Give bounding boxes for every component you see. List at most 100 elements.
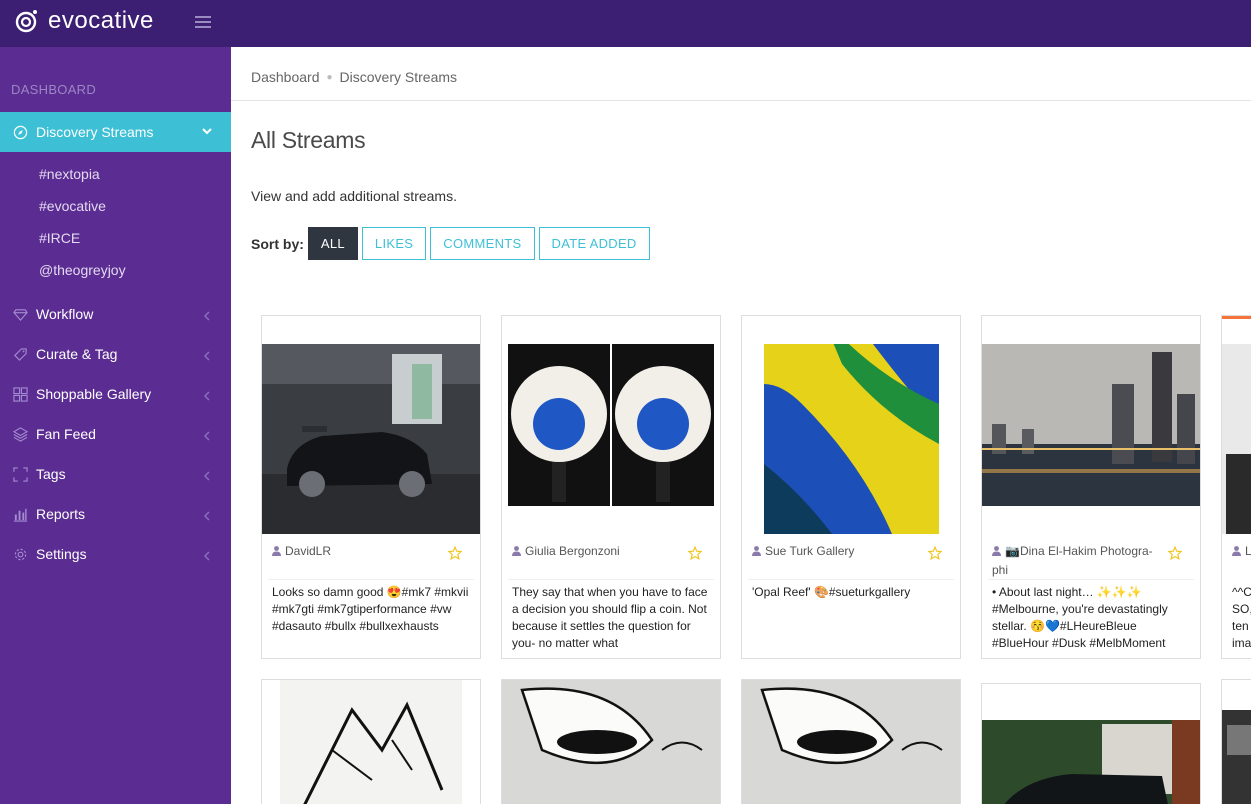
sidebar-item-fan-feed[interactable]: Fan Feed <box>0 414 231 454</box>
breadcrumb-current: Discovery Streams <box>339 69 458 85</box>
post-image[interactable] <box>1222 344 1251 534</box>
post-caption: Looks so damn good 😍#mk7 #mkvii #mk7gti … <box>272 585 469 633</box>
top-bar: evocative <box>0 0 1251 47</box>
sidebar-item-label: Curate & Tag <box>36 346 118 362</box>
user-icon <box>272 543 281 556</box>
stream-card[interactable] <box>741 679 961 804</box>
page-description: View and add additional streams. <box>251 188 457 204</box>
star-icon[interactable] <box>687 545 703 565</box>
sidebar-item-label: Settings <box>36 546 87 562</box>
sort-all-button[interactable]: ALL <box>307 227 358 260</box>
chevron-left-icon <box>203 388 211 404</box>
logo-icon <box>15 9 39 33</box>
post-image[interactable] <box>1222 680 1251 804</box>
card-divider <box>268 579 474 580</box>
star-icon[interactable] <box>927 545 943 565</box>
star-icon[interactable] <box>1167 545 1183 565</box>
sort-controls: Sort by: ALL LIKES COMMENTS DATE ADDED <box>251 227 654 260</box>
compass-icon <box>13 125 28 140</box>
post-caption: They say that when you have to face a de… <box>512 585 708 650</box>
post-author[interactable]: L <box>1232 542 1251 561</box>
post-author-name: L <box>1245 544 1251 558</box>
stream-card[interactable] <box>1221 679 1251 804</box>
sidebar-item-shoppable-gallery[interactable]: Shoppable Gallery <box>0 374 231 414</box>
stream-card[interactable] <box>501 679 721 804</box>
bar-chart-icon <box>13 507 28 522</box>
post-image[interactable] <box>982 684 1200 804</box>
sidebar-item-curate-tag[interactable]: Curate & Tag <box>0 334 231 374</box>
post-author-name: 📷Dina El-Hakim Photogra-phi <box>992 544 1153 577</box>
main-content: Dashboard ● Discovery Streams All Stream… <box>231 47 1251 804</box>
post-author[interactable]: DavidLR <box>272 542 442 561</box>
sidebar-item-label: Reports <box>36 506 86 522</box>
app-logo[interactable]: evocative <box>15 7 154 35</box>
user-icon <box>992 543 1001 556</box>
star-icon[interactable] <box>447 545 463 565</box>
corners-icon <box>13 466 28 482</box>
post-caption: ^^C SO, ten ima <box>1232 585 1251 650</box>
post-author[interactable]: 📷Dina El-Hakim Photogra-phi <box>992 542 1162 580</box>
gear-icon <box>13 547 28 562</box>
sort-label: Sort by: <box>251 235 304 252</box>
chevron-down-icon <box>201 124 213 140</box>
sub-item-irce[interactable]: #IRCE <box>39 230 80 246</box>
sub-item-theogreyjoy[interactable]: @theogreyjoy <box>39 262 126 278</box>
post-caption: • About last night… ✨✨✨ #Melbourne, you'… <box>992 585 1168 650</box>
sub-item-evocative[interactable]: #evocative <box>39 198 106 214</box>
sidebar-item-label: Discovery Streams <box>36 124 154 140</box>
stream-card[interactable]: L ^^C SO, ten ima <box>1221 315 1251 659</box>
chevron-left-icon <box>203 468 211 484</box>
post-author[interactable]: Sue Turk Gallery <box>752 542 922 561</box>
stream-card[interactable] <box>261 679 481 804</box>
page-title: All Streams <box>251 127 366 153</box>
stream-card[interactable]: DavidLR Looks so damn good 😍#mk7 #mkvii … <box>261 315 481 659</box>
post-image[interactable] <box>262 680 480 804</box>
post-image[interactable] <box>742 344 960 534</box>
sidebar-section-label: DASHBOARD <box>11 82 97 97</box>
sidebar-item-label: Tags <box>36 466 66 482</box>
chevron-left-icon <box>203 508 211 524</box>
header-divider <box>231 100 1251 101</box>
layers-icon <box>13 426 28 442</box>
stream-card[interactable]: 📷Dina El-Hakim Photogra-phi • About last… <box>981 315 1201 659</box>
card-accent-bar <box>1222 316 1251 319</box>
stream-card[interactable]: Sue Turk Gallery 'Opal Reef' 🎨#sueturkga… <box>741 315 961 659</box>
post-image[interactable] <box>982 344 1200 534</box>
post-image[interactable] <box>742 680 960 804</box>
post-author[interactable]: Giulia Bergonzoni <box>512 542 682 561</box>
chevron-left-icon <box>203 428 211 444</box>
app-name: evocative <box>48 7 154 34</box>
sidebar-item-reports[interactable]: Reports <box>0 494 231 534</box>
stream-card[interactable]: Giulia Bergonzoni They say that when you… <box>501 315 721 659</box>
sidebar-item-discovery-streams[interactable]: Discovery Streams <box>0 112 231 152</box>
chevron-left-icon <box>203 548 211 564</box>
sort-likes-button[interactable]: LIKES <box>361 227 427 260</box>
diamond-icon <box>13 307 28 322</box>
sidebar-item-settings[interactable]: Settings <box>0 534 231 574</box>
sort-date-added-button[interactable]: DATE ADDED <box>538 227 650 260</box>
sort-comments-button[interactable]: COMMENTS <box>430 227 535 260</box>
hamburger-menu-icon[interactable] <box>195 16 211 28</box>
post-image[interactable] <box>502 680 720 804</box>
user-icon <box>1232 543 1241 556</box>
post-image[interactable] <box>262 344 480 534</box>
sidebar-item-workflow[interactable]: Workflow <box>0 294 231 334</box>
sidebar-item-tags[interactable]: Tags <box>0 454 231 494</box>
post-author-name: DavidLR <box>285 544 332 558</box>
breadcrumb-home[interactable]: Dashboard <box>251 69 320 85</box>
card-divider <box>988 579 1194 580</box>
breadcrumb-separator-icon: ● <box>326 71 333 83</box>
chevron-left-icon <box>203 308 211 324</box>
post-image[interactable] <box>502 344 720 534</box>
sidebar-item-label: Fan Feed <box>36 426 96 442</box>
sidebar-item-label: Workflow <box>36 306 94 322</box>
post-author-name: Sue Turk Gallery <box>765 544 855 558</box>
post-caption: 'Opal Reef' 🎨#sueturkgallery <box>752 585 911 599</box>
post-author-name: Giulia Bergonzoni <box>525 544 620 558</box>
sub-item-nextopia[interactable]: #nextopia <box>39 166 100 182</box>
tag-icon <box>13 347 28 362</box>
grid-icon <box>13 386 28 402</box>
stream-card[interactable] <box>981 683 1201 804</box>
card-divider <box>748 579 954 580</box>
breadcrumb: Dashboard ● Discovery Streams <box>251 69 457 85</box>
